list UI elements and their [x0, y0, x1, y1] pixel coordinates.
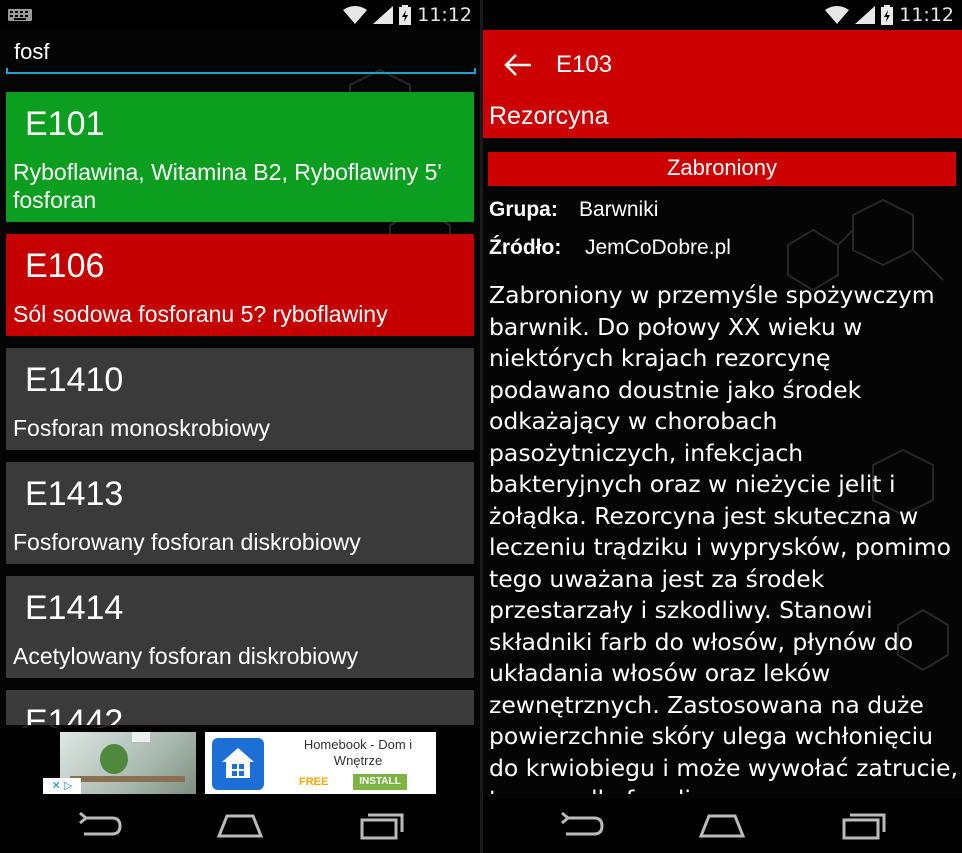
ad-choices-icon[interactable]: ✕ ▷: [43, 778, 81, 794]
keyboard-icon: [8, 9, 32, 21]
app-bar: E103 Rezorcyna: [483, 30, 962, 138]
status-time: 11:12: [899, 4, 954, 26]
additive-name: Sól sodowa fosforanu 5? ryboflawiny: [13, 301, 388, 327]
additive-code: E106: [25, 247, 105, 285]
status-bar: 11:12: [483, 0, 962, 30]
ad-title: Homebook - Dom i Wnętrze: [303, 737, 413, 768]
additive-card[interactable]: E1410 Fosforan monoskrobiowy: [6, 348, 474, 450]
ad-free-label: FREE: [299, 776, 329, 788]
ad-install-button[interactable]: INSTALL: [353, 774, 407, 790]
additive-card[interactable]: E1413 Fosforowany fosforan diskrobiowy: [6, 462, 474, 564]
additive-code: E1410: [25, 361, 124, 399]
plant-shape: [100, 744, 128, 774]
lamp-shape: [132, 732, 150, 744]
battery-icon: [881, 5, 894, 25]
back-nav-icon[interactable]: [74, 810, 124, 840]
search-underline: [6, 68, 476, 74]
home-nav-icon[interactable]: [697, 810, 747, 840]
signal-icon: [373, 6, 394, 24]
group-value: Barwniki: [579, 198, 659, 221]
ad-card[interactable]: Homebook - Dom i Wnętrze FREE INSTALL: [205, 732, 436, 794]
group-field: Grupa: Barwniki: [489, 198, 658, 222]
source-label: Źródło:: [489, 236, 562, 259]
recents-nav-icon[interactable]: [838, 810, 888, 840]
status-time: 11:12: [417, 4, 472, 26]
search-field[interactable]: [6, 34, 476, 76]
additive-name: Ryboflawina, Witamina B2, Ryboflawiny 5'…: [13, 159, 442, 213]
source-field: Źródło: JemCoDobre.pl: [489, 236, 731, 260]
description-text: Zabroniony w przemyśle spożywczym barwni…: [489, 281, 958, 794]
signal-icon: [855, 6, 876, 24]
detail-screen: 11:12 E103 Rezorcyna Zabroniony Grupa: B…: [483, 0, 962, 853]
table-shape: [70, 776, 185, 782]
additive-card[interactable]: E106 Sól sodowa fosforanu 5? ryboflawiny: [6, 234, 474, 336]
status-badge: Zabroniony: [488, 152, 956, 186]
ad-banner[interactable]: ✕ ▷ Homebook - Dom i Wnętrze FREE INSTAL…: [0, 728, 480, 798]
house-icon: [212, 738, 264, 790]
additive-list[interactable]: E101 Ryboflawina, Witamina B2, Ryboflawin…: [6, 92, 474, 725]
additive-code: E1442: [25, 703, 124, 725]
additive-name: Acetylowany fosforan diskrobiowy: [13, 643, 359, 669]
home-nav-icon[interactable]: [215, 810, 265, 840]
group-label: Grupa:: [489, 198, 558, 221]
back-nav-icon[interactable]: [556, 810, 606, 840]
list-screen: 11:12 E101 Ryboflawina, Witamina B2, Rybo…: [0, 0, 480, 853]
nav-bar: [483, 798, 962, 853]
additive-card[interactable]: E1414 Acetylowany fosforan diskrobiowy: [6, 576, 474, 678]
source-value[interactable]: JemCoDobre.pl: [585, 236, 731, 260]
recents-nav-icon[interactable]: [356, 810, 406, 840]
battery-icon: [399, 5, 412, 25]
additive-code: E1414: [25, 589, 124, 627]
page-subtitle: Rezorcyna: [489, 102, 609, 130]
back-arrow-icon[interactable]: [503, 52, 533, 78]
wifi-icon: [343, 6, 368, 24]
additive-code: E1413: [25, 475, 124, 513]
additive-card[interactable]: E1442: [6, 690, 474, 725]
page-title: E103: [556, 51, 613, 78]
additive-name: Fosforowany fosforan diskrobiowy: [13, 529, 361, 555]
search-input[interactable]: [6, 34, 476, 70]
wifi-icon: [825, 6, 850, 24]
additive-card[interactable]: E101 Ryboflawina, Witamina B2, Ryboflawin…: [6, 92, 474, 222]
status-bar: 11:12: [0, 0, 480, 30]
additive-code: E101: [25, 105, 105, 143]
additive-name: Fosforan monoskrobiowy: [13, 415, 270, 441]
nav-bar: [0, 798, 480, 853]
